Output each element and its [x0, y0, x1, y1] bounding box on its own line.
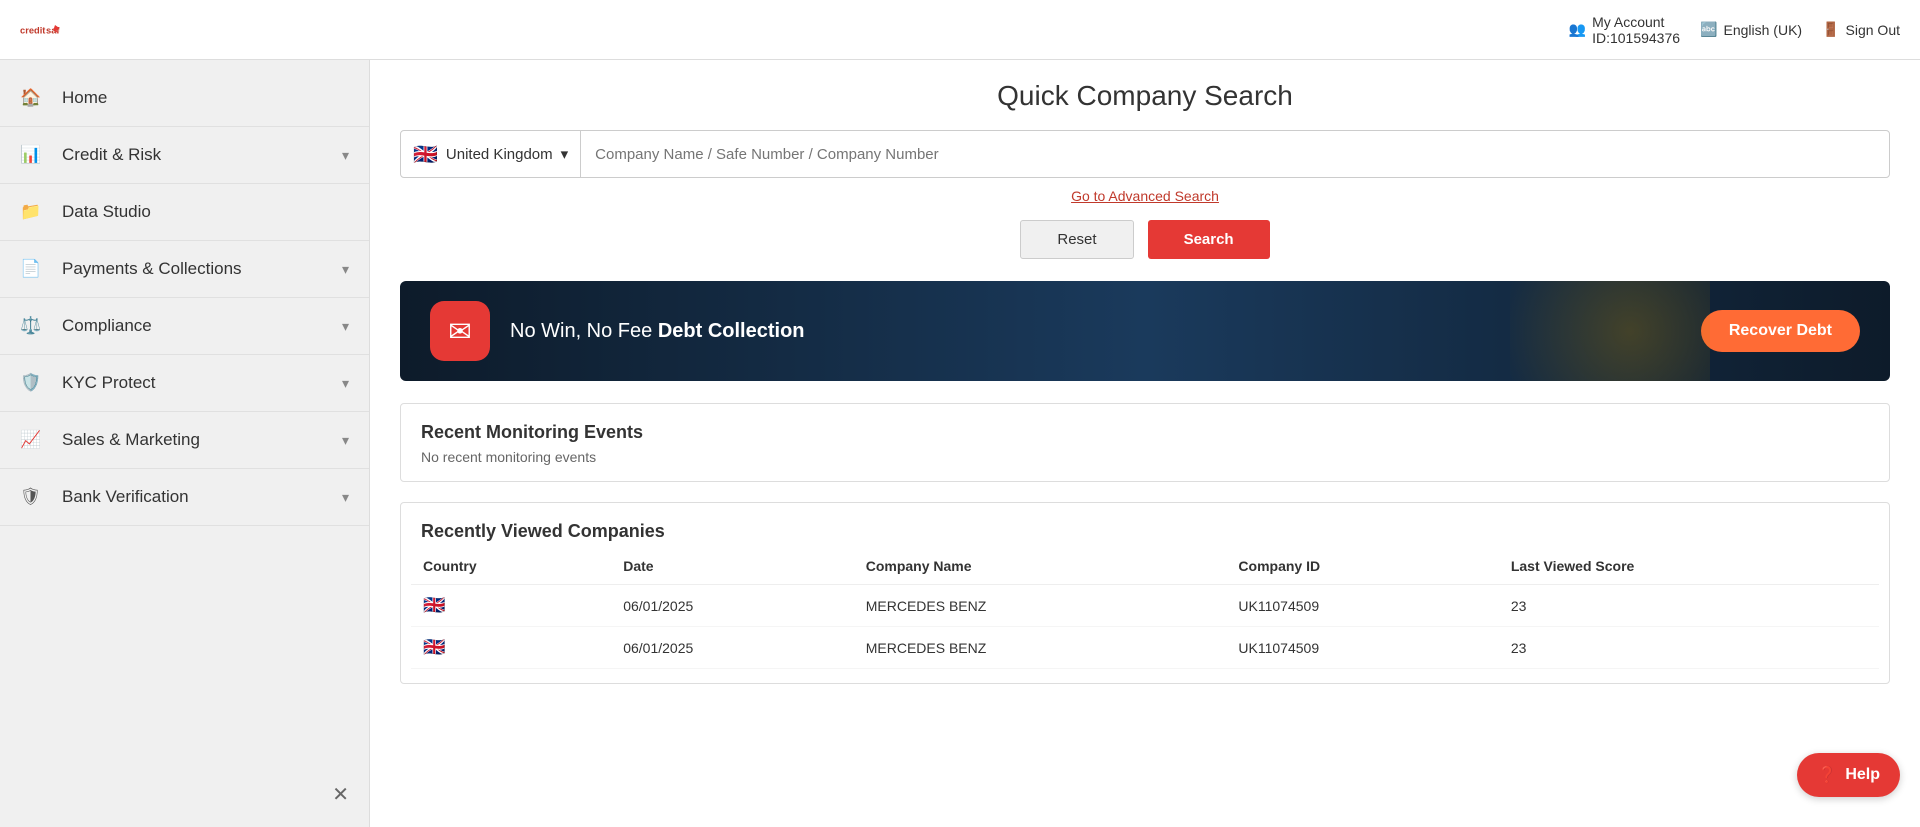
banner-left: ✉ No Win, No Fee Debt Collection	[430, 301, 805, 361]
compliance-icon: ⚖️	[20, 316, 48, 336]
payments-icon: 📄	[20, 259, 48, 279]
language-selector[interactable]: 🔤 English (UK)	[1700, 21, 1802, 38]
signout-button[interactable]: 🚪 Sign Out	[1822, 21, 1900, 38]
envelope-icon: ✉	[430, 301, 490, 361]
banner-text: No Win, No Fee Debt Collection	[510, 320, 805, 343]
help-icon: ❓	[1817, 765, 1837, 785]
signout-icon: 🚪	[1822, 21, 1839, 38]
col-country: Country	[411, 548, 611, 585]
monitoring-events-section: Recent Monitoring Events No recent monit…	[400, 403, 1890, 482]
search-input[interactable]	[581, 146, 1889, 163]
logo: credit safe	[20, 15, 60, 45]
table-body: 🇬🇧 06/01/2025 MERCEDES BENZ UK11074509 2…	[411, 585, 1879, 669]
monitoring-empty: No recent monitoring events	[401, 449, 1889, 481]
chevron-down-icon: ▾	[342, 147, 349, 164]
data-icon: 📁	[20, 202, 48, 222]
sidebar-item-compliance[interactable]: ⚖️ Compliance ▾	[0, 298, 369, 355]
chevron-down-icon: ▾	[342, 489, 349, 506]
row-company-id: UK11074509	[1226, 585, 1498, 627]
row-date: 06/01/2025	[611, 585, 854, 627]
chevron-down-icon: ▾	[342, 318, 349, 335]
row-score: 23	[1499, 627, 1879, 669]
row-company-id: UK11074509	[1226, 627, 1498, 669]
language-icon: 🔤	[1700, 21, 1717, 38]
table-header: Country Date Company Name Company ID Las…	[411, 548, 1879, 585]
svg-text:safe: safe	[46, 25, 60, 35]
country-selector[interactable]: 🇬🇧 United Kingdom ▾	[401, 131, 581, 177]
my-account-button[interactable]: 👥 My Account ID:101594376	[1569, 14, 1680, 46]
bank-icon: 🛡	[20, 487, 48, 507]
row-flag: 🇬🇧	[411, 585, 611, 627]
table-row[interactable]: 🇬🇧 06/01/2025 MERCEDES BENZ UK11074509 2…	[411, 585, 1879, 627]
sales-icon: 📈	[20, 430, 48, 450]
country-label: United Kingdom	[446, 146, 553, 163]
language-label: English (UK)	[1723, 22, 1802, 38]
page-title: Quick Company Search	[400, 80, 1890, 112]
kyc-icon: 🛡️	[20, 373, 48, 393]
home-icon: 🏠	[20, 88, 48, 108]
recover-debt-button[interactable]: Recover Debt	[1701, 310, 1860, 352]
credit-icon: 📊	[20, 145, 48, 165]
sidebar-close-button[interactable]: ✕	[332, 782, 349, 807]
svg-text:credit: credit	[20, 25, 45, 35]
sidebar-item-credit-risk[interactable]: 📊 Credit & Risk ▾	[0, 127, 369, 184]
row-score: 23	[1499, 585, 1879, 627]
row-date: 06/01/2025	[611, 627, 854, 669]
search-buttons: Reset Search	[400, 220, 1890, 259]
chevron-down-icon: ▾	[342, 432, 349, 449]
sidebar: 🏠 Home 📊 Credit & Risk ▾ 📁 Data Studio 📄…	[0, 60, 370, 827]
col-date: Date	[611, 548, 854, 585]
col-company-name: Company Name	[854, 548, 1227, 585]
recently-viewed-section: Recently Viewed Companies Country Date C…	[400, 502, 1890, 684]
search-box: 🇬🇧 United Kingdom ▾	[400, 130, 1890, 178]
help-button[interactable]: ❓ Help	[1797, 753, 1900, 797]
col-score: Last Viewed Score	[1499, 548, 1879, 585]
row-company-name: MERCEDES BENZ	[854, 627, 1227, 669]
debt-collection-banner: ✉ No Win, No Fee Debt Collection Recover…	[400, 281, 1890, 381]
recently-viewed-table-container: Country Date Company Name Company ID Las…	[401, 548, 1889, 683]
monitoring-title: Recent Monitoring Events	[401, 404, 1889, 449]
col-company-id: Company ID	[1226, 548, 1498, 585]
search-button[interactable]: Search	[1148, 220, 1270, 259]
reset-button[interactable]: Reset	[1020, 220, 1133, 259]
advanced-search-link-container: Go to Advanced Search	[400, 188, 1890, 206]
sidebar-item-sales-marketing[interactable]: 📈 Sales & Marketing ▾	[0, 412, 369, 469]
chevron-down-icon: ▾	[342, 375, 349, 392]
advanced-search-link[interactable]: Go to Advanced Search	[1071, 188, 1219, 204]
row-company-name: MERCEDES BENZ	[854, 585, 1227, 627]
banner-coins-decoration	[1510, 281, 1710, 381]
sidebar-item-home[interactable]: 🏠 Home	[0, 70, 369, 127]
recently-viewed-table: Country Date Company Name Company ID Las…	[411, 548, 1879, 669]
sidebar-item-data-studio[interactable]: 📁 Data Studio	[0, 184, 369, 241]
sidebar-item-payments-collections[interactable]: 📄 Payments & Collections ▾	[0, 241, 369, 298]
account-label: My Account ID:101594376	[1592, 14, 1680, 46]
table-row[interactable]: 🇬🇧 06/01/2025 MERCEDES BENZ UK11074509 2…	[411, 627, 1879, 669]
sidebar-item-bank-verification[interactable]: 🛡 Bank Verification ▾	[0, 469, 369, 526]
sidebar-item-kyc-protect[interactable]: 🛡️ KYC Protect ▾	[0, 355, 369, 412]
sidebar-nav: 🏠 Home 📊 Credit & Risk ▾ 📁 Data Studio 📄…	[0, 60, 369, 827]
topbar-right: 👥 My Account ID:101594376 🔤 English (UK)…	[1569, 14, 1900, 46]
chevron-down-icon: ▾	[342, 261, 349, 278]
recently-viewed-title: Recently Viewed Companies	[401, 503, 1889, 548]
help-label: Help	[1845, 766, 1880, 784]
uk-flag-icon: 🇬🇧	[413, 142, 438, 167]
topbar: credit safe 👥 My Account ID:101594376 🔤 …	[0, 0, 1920, 60]
signout-label: Sign Out	[1846, 22, 1900, 38]
layout: 🏠 Home 📊 Credit & Risk ▾ 📁 Data Studio 📄…	[0, 60, 1920, 827]
account-icon: 👥	[1569, 21, 1586, 38]
country-chevron-icon: ▾	[561, 145, 569, 163]
main-content: Quick Company Search 🇬🇧 United Kingdom ▾…	[370, 60, 1920, 827]
row-flag: 🇬🇧	[411, 627, 611, 669]
